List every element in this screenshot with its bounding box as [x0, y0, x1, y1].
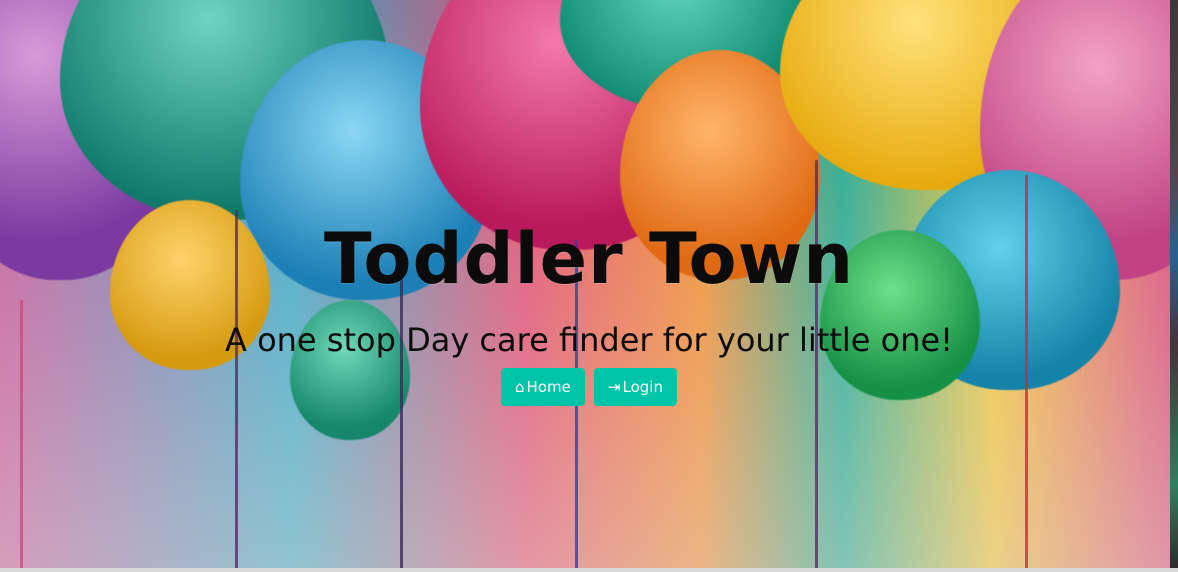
page-subtitle: A one stop Day care finder for your litt… — [225, 321, 953, 359]
home-icon: ⌂ — [515, 378, 525, 396]
page-title: Toddler Town — [323, 218, 855, 300]
window-edge-strip — [1170, 0, 1178, 572]
home-button-label: Home — [526, 378, 571, 396]
bottom-edge-bar — [0, 568, 1178, 572]
nav-buttons: ⌂ Home ⇥ Login — [0, 368, 1178, 406]
home-button[interactable]: ⌂ Home — [501, 368, 585, 406]
sign-in-icon: ⇥ — [607, 378, 621, 396]
login-button[interactable]: ⇥ Login — [593, 368, 677, 406]
login-button-label: Login — [622, 378, 663, 396]
landing-page: Toddler Town A one stop Day care finder … — [0, 0, 1178, 572]
hero-content: Toddler Town A one stop Day care finder … — [0, 0, 1178, 572]
